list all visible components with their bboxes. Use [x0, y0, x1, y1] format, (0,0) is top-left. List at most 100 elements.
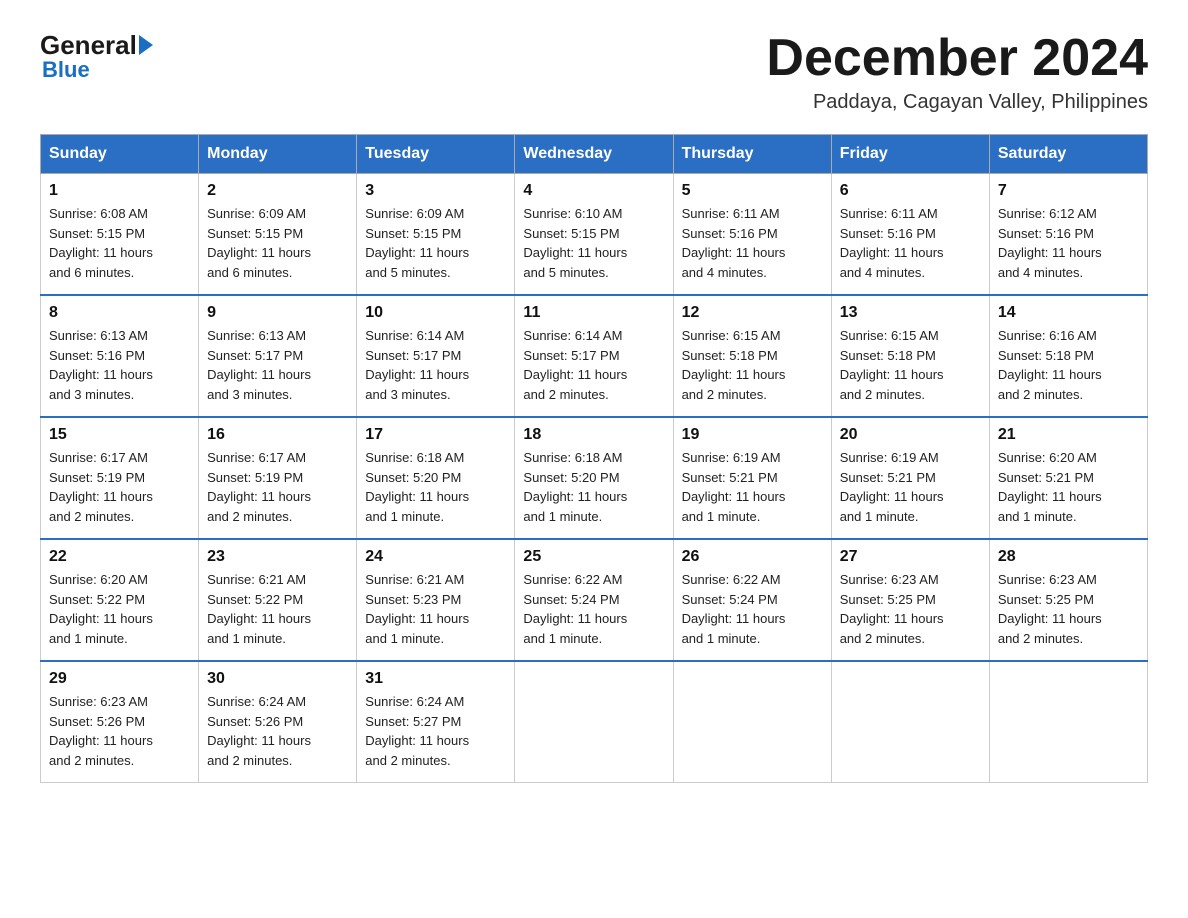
day-number: 20 [840, 426, 981, 444]
page-header: General Blue December 2024 Paddaya, Caga… [40, 30, 1148, 114]
weekday-header-wednesday: Wednesday [515, 135, 673, 174]
day-info: Sunrise: 6:17 AMSunset: 5:19 PMDaylight:… [207, 448, 348, 526]
day-number: 24 [365, 548, 506, 566]
day-number: 10 [365, 304, 506, 322]
calendar-week-row: 29Sunrise: 6:23 AMSunset: 5:26 PMDayligh… [41, 661, 1148, 783]
day-info: Sunrise: 6:20 AMSunset: 5:21 PMDaylight:… [998, 448, 1139, 526]
day-info: Sunrise: 6:19 AMSunset: 5:21 PMDaylight:… [840, 448, 981, 526]
day-number: 11 [523, 304, 664, 322]
day-info: Sunrise: 6:23 AMSunset: 5:25 PMDaylight:… [840, 570, 981, 648]
calendar-day-cell: 23Sunrise: 6:21 AMSunset: 5:22 PMDayligh… [199, 539, 357, 661]
day-info: Sunrise: 6:10 AMSunset: 5:15 PMDaylight:… [523, 204, 664, 282]
calendar-day-cell: 17 Sunrise: 6:18 AMSunset: 5:20 PMDayligh… [357, 417, 515, 539]
day-number: 1 [49, 182, 190, 200]
day-number: 3 [365, 182, 506, 200]
day-number: 12 [682, 304, 823, 322]
day-info: Sunrise: 6:08 AMSunset: 5:15 PMDaylight:… [49, 204, 190, 282]
day-info: Sunrise: 6:23 AMSunset: 5:25 PMDaylight:… [998, 570, 1139, 648]
calendar-empty-cell [673, 661, 831, 783]
day-info: Sunrise: 6:14 AMSunset: 5:17 PMDaylight:… [523, 326, 664, 404]
month-title: December 2024 [766, 30, 1148, 87]
calendar-day-cell: 7 Sunrise: 6:12 AMSunset: 5:16 PMDaylight… [989, 174, 1147, 296]
day-info: Sunrise: 6:22 AMSunset: 5:24 PMDaylight:… [523, 570, 664, 648]
day-info: Sunrise: 6:18 AMSunset: 5:20 PMDaylight:… [523, 448, 664, 526]
calendar-header-row: SundayMondayTuesdayWednesdayThursdayFrid… [41, 135, 1148, 174]
day-info: Sunrise: 6:23 AMSunset: 5:26 PMDaylight:… [49, 692, 190, 770]
calendar-day-cell: 12 Sunrise: 6:15 AMSunset: 5:18 PMDayligh… [673, 295, 831, 417]
day-info: Sunrise: 6:18 AMSunset: 5:20 PMDaylight:… [365, 448, 506, 526]
day-number: 22 [49, 548, 190, 566]
day-info: Sunrise: 6:22 AMSunset: 5:24 PMDaylight:… [682, 570, 823, 648]
calendar-day-cell: 3 Sunrise: 6:09 AMSunset: 5:15 PMDaylight… [357, 174, 515, 296]
day-info: Sunrise: 6:20 AMSunset: 5:22 PMDaylight:… [49, 570, 190, 648]
day-number: 26 [682, 548, 823, 566]
calendar-day-cell: 1 Sunrise: 6:08 AMSunset: 5:15 PMDaylight… [41, 174, 199, 296]
day-number: 17 [365, 426, 506, 444]
weekday-header-monday: Monday [199, 135, 357, 174]
calendar-empty-cell [831, 661, 989, 783]
logo-triangle-icon [137, 37, 153, 55]
day-number: 6 [840, 182, 981, 200]
day-info: Sunrise: 6:21 AMSunset: 5:22 PMDaylight:… [207, 570, 348, 648]
calendar-day-cell: 24 Sunrise: 6:21 AMSunset: 5:23 PMDayligh… [357, 539, 515, 661]
day-number: 7 [998, 182, 1139, 200]
day-number: 13 [840, 304, 981, 322]
day-info: Sunrise: 6:24 AMSunset: 5:27 PMDaylight:… [365, 692, 506, 770]
day-info: Sunrise: 6:13 AMSunset: 5:17 PMDaylight:… [207, 326, 348, 404]
calendar-day-cell: 20 Sunrise: 6:19 AMSunset: 5:21 PMDayligh… [831, 417, 989, 539]
day-info: Sunrise: 6:13 AMSunset: 5:16 PMDaylight:… [49, 326, 190, 404]
day-info: Sunrise: 6:15 AMSunset: 5:18 PMDaylight:… [682, 326, 823, 404]
day-info: Sunrise: 6:16 AMSunset: 5:18 PMDaylight:… [998, 326, 1139, 404]
calendar-day-cell: 14Sunrise: 6:16 AMSunset: 5:18 PMDayligh… [989, 295, 1147, 417]
weekday-header-sunday: Sunday [41, 135, 199, 174]
calendar-day-cell: 22 Sunrise: 6:20 AMSunset: 5:22 PMDayligh… [41, 539, 199, 661]
day-info: Sunrise: 6:09 AMSunset: 5:15 PMDaylight:… [365, 204, 506, 282]
weekday-header-friday: Friday [831, 135, 989, 174]
calendar-day-cell: 29Sunrise: 6:23 AMSunset: 5:26 PMDayligh… [41, 661, 199, 783]
calendar-week-row: 15 Sunrise: 6:17 AMSunset: 5:19 PMDayligh… [41, 417, 1148, 539]
title-section: December 2024 Paddaya, Cagayan Valley, P… [766, 30, 1148, 114]
day-info: Sunrise: 6:11 AMSunset: 5:16 PMDaylight:… [682, 204, 823, 282]
calendar-table: SundayMondayTuesdayWednesdayThursdayFrid… [40, 134, 1148, 783]
calendar-day-cell: 19Sunrise: 6:19 AMSunset: 5:21 PMDayligh… [673, 417, 831, 539]
calendar-empty-cell [515, 661, 673, 783]
day-number: 9 [207, 304, 348, 322]
day-number: 21 [998, 426, 1139, 444]
calendar-day-cell: 2 Sunrise: 6:09 AMSunset: 5:15 PMDaylight… [199, 174, 357, 296]
day-info: Sunrise: 6:12 AMSunset: 5:16 PMDaylight:… [998, 204, 1139, 282]
calendar-day-cell: 16 Sunrise: 6:17 AMSunset: 5:19 PMDayligh… [199, 417, 357, 539]
day-info: Sunrise: 6:15 AMSunset: 5:18 PMDaylight:… [840, 326, 981, 404]
weekday-header-tuesday: Tuesday [357, 135, 515, 174]
day-number: 27 [840, 548, 981, 566]
day-info: Sunrise: 6:11 AMSunset: 5:16 PMDaylight:… [840, 204, 981, 282]
day-number: 8 [49, 304, 190, 322]
calendar-week-row: 22 Sunrise: 6:20 AMSunset: 5:22 PMDayligh… [41, 539, 1148, 661]
day-number: 30 [207, 670, 348, 688]
calendar-empty-cell [989, 661, 1147, 783]
calendar-day-cell: 5 Sunrise: 6:11 AMSunset: 5:16 PMDaylight… [673, 174, 831, 296]
day-info: Sunrise: 6:09 AMSunset: 5:15 PMDaylight:… [207, 204, 348, 282]
calendar-day-cell: 27 Sunrise: 6:23 AMSunset: 5:25 PMDayligh… [831, 539, 989, 661]
day-number: 2 [207, 182, 348, 200]
logo-blue-text: Blue [42, 57, 90, 83]
day-number: 16 [207, 426, 348, 444]
calendar-day-cell: 28 Sunrise: 6:23 AMSunset: 5:25 PMDayligh… [989, 539, 1147, 661]
location-subtitle: Paddaya, Cagayan Valley, Philippines [766, 91, 1148, 114]
calendar-week-row: 8 Sunrise: 6:13 AMSunset: 5:16 PMDaylight… [41, 295, 1148, 417]
day-info: Sunrise: 6:21 AMSunset: 5:23 PMDaylight:… [365, 570, 506, 648]
day-info: Sunrise: 6:17 AMSunset: 5:19 PMDaylight:… [49, 448, 190, 526]
day-number: 28 [998, 548, 1139, 566]
day-number: 31 [365, 670, 506, 688]
day-info: Sunrise: 6:19 AMSunset: 5:21 PMDaylight:… [682, 448, 823, 526]
calendar-day-cell: 6 Sunrise: 6:11 AMSunset: 5:16 PMDaylight… [831, 174, 989, 296]
day-number: 18 [523, 426, 664, 444]
calendar-day-cell: 18 Sunrise: 6:18 AMSunset: 5:20 PMDayligh… [515, 417, 673, 539]
day-number: 25 [523, 548, 664, 566]
calendar-day-cell: 13 Sunrise: 6:15 AMSunset: 5:18 PMDayligh… [831, 295, 989, 417]
calendar-day-cell: 8 Sunrise: 6:13 AMSunset: 5:16 PMDaylight… [41, 295, 199, 417]
day-number: 5 [682, 182, 823, 200]
day-number: 15 [49, 426, 190, 444]
weekday-header-thursday: Thursday [673, 135, 831, 174]
calendar-day-cell: 31 Sunrise: 6:24 AMSunset: 5:27 PMDayligh… [357, 661, 515, 783]
day-info: Sunrise: 6:14 AMSunset: 5:17 PMDaylight:… [365, 326, 506, 404]
